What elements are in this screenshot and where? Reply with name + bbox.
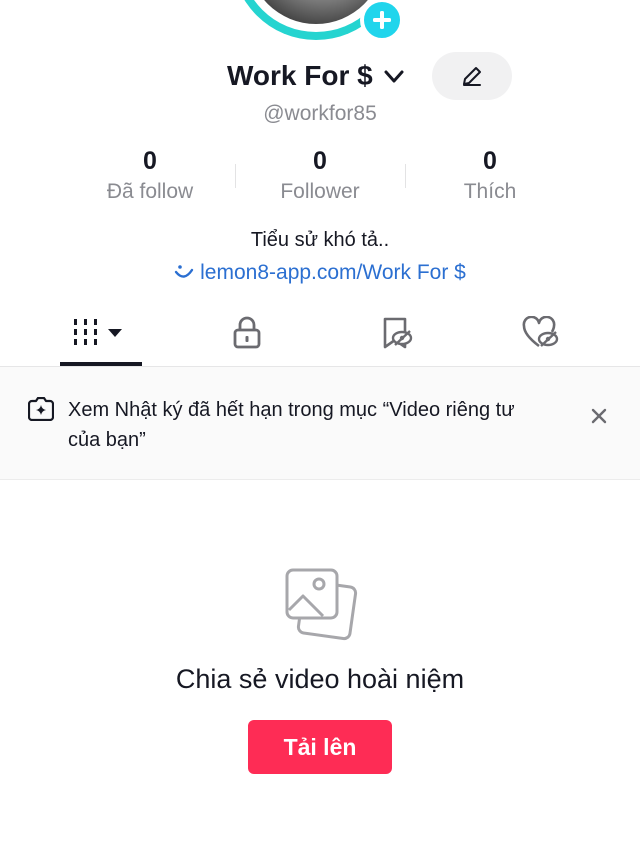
content-tabs: [0, 300, 640, 366]
stat-following-label: Đã follow: [106, 180, 194, 203]
smile-link-icon: [174, 265, 194, 278]
stat-likes[interactable]: 0 Thích: [405, 146, 575, 207]
notice-banner[interactable]: Xem Nhật ký đã hết hạn trong mục “Video …: [0, 367, 640, 479]
tab-saved[interactable]: [317, 300, 477, 366]
bio-link[interactable]: lemon8-app.com/Work For $: [0, 261, 640, 285]
stat-following[interactable]: 0 Đã follow: [65, 146, 235, 207]
stat-followers[interactable]: 0 Follower: [235, 146, 405, 207]
tab-private[interactable]: [167, 300, 327, 366]
lock-icon: [233, 316, 261, 349]
pencil-icon: [463, 67, 481, 86]
divider: [0, 479, 640, 480]
name-row: Work For $: [0, 56, 640, 100]
stats-row: 0 Đã follow 0 Follower 0 Thích: [0, 146, 640, 210]
add-story-button[interactable]: [360, 0, 404, 42]
bio-link-text: lemon8-app.com/Work For $: [200, 261, 466, 284]
stat-followers-label: Follower: [280, 180, 360, 203]
close-icon: [591, 408, 607, 424]
notice-text: Xem Nhật ký đã hết hạn trong mục “Video …: [68, 399, 515, 451]
close-notice-button[interactable]: [586, 403, 612, 429]
bio-text[interactable]: Tiểu sử khó tả..: [0, 229, 640, 252]
stat-likes-label: Thích: [463, 180, 517, 203]
stat-likes-count: 0: [483, 147, 497, 175]
username: @workfor85: [263, 102, 377, 125]
tab-liked[interactable]: [461, 300, 621, 366]
photos-icon: [285, 568, 358, 641]
stat-following-count: 0: [143, 147, 157, 175]
tab-videos[interactable]: [20, 300, 180, 366]
empty-state-title: Chia sẻ video hoài niệm: [175, 664, 465, 694]
edit-profile-button[interactable]: [432, 52, 512, 100]
upload-button[interactable]: Tải lên: [248, 720, 392, 774]
bookmark-hidden-icon: [383, 317, 413, 349]
chevron-down-icon[interactable]: [384, 70, 404, 84]
sparkle-camera-icon: [28, 397, 54, 421]
plus-icon: [373, 11, 391, 29]
heart-hidden-icon: [522, 316, 559, 348]
profile-page: Work For $ @workfor85 0 Đã follow 0 Foll…: [0, 0, 640, 856]
display-name[interactable]: Work For $: [227, 60, 373, 92]
grid-icon: [74, 319, 122, 345]
stat-followers-count: 0: [313, 147, 327, 175]
